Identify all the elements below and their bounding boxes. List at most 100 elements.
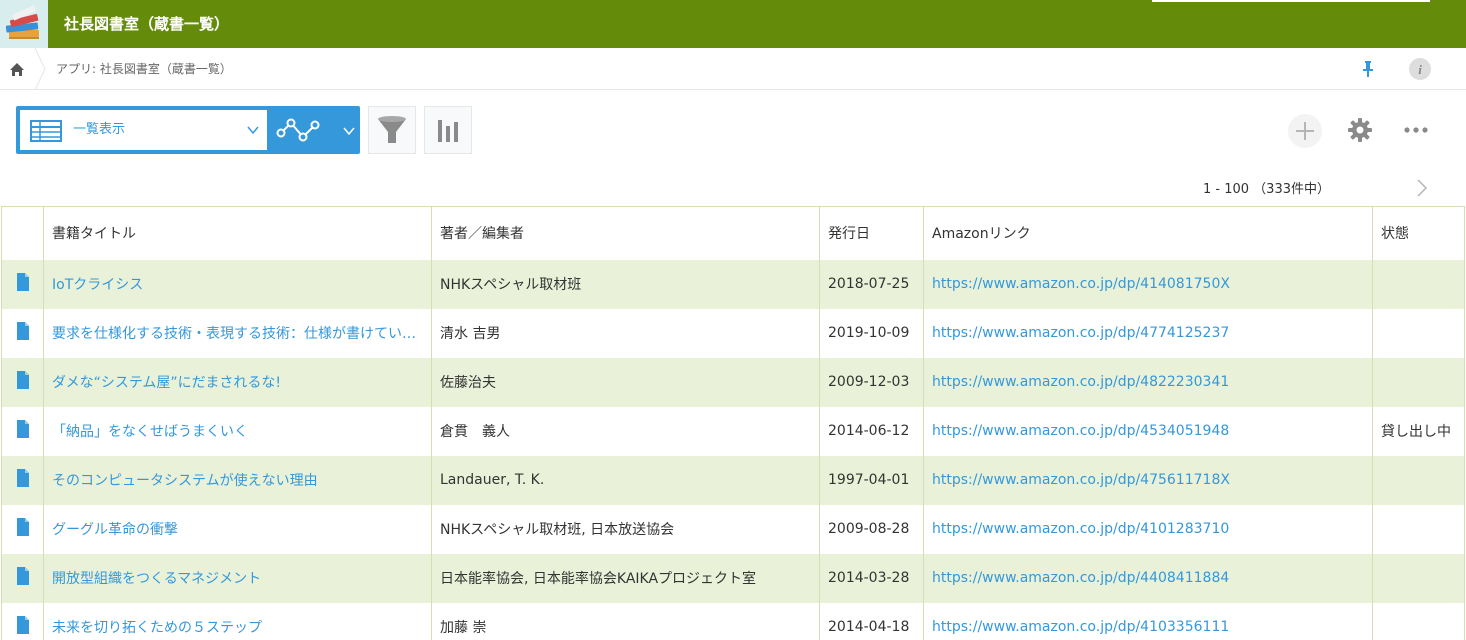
- document-icon: [16, 420, 30, 442]
- chart-button[interactable]: [424, 106, 472, 154]
- table-row[interactable]: IoTクライシス NHKスペシャル取材班 2018-07-25 https://www…: [1, 259, 1465, 309]
- bar-chart-icon: [438, 120, 458, 142]
- graph-select-button[interactable]: [273, 106, 360, 154]
- column-header-date[interactable]: 発行日: [819, 206, 924, 260]
- book-title-link[interactable]: ダメな“システム屋”にだまされるな!: [52, 375, 281, 391]
- table-row[interactable]: 要求を仕様化する技術・表現する技術：仕様が書けてい… 清水 吉男 2019-10-0…: [1, 308, 1465, 358]
- row-detail-button[interactable]: [1, 504, 44, 554]
- breadcrumb-app-link[interactable]: アプリ: 社長図書室（蔵書一覧）: [56, 48, 232, 90]
- document-icon: [16, 322, 30, 344]
- amazon-link[interactable]: https://www.amazon.co.jp/dp/4408411884: [932, 570, 1229, 586]
- book-title-link[interactable]: IoTクライシス: [52, 277, 143, 293]
- table-row[interactable]: 開放型組織をつくるマネジメント 日本能率協会, 日本能率協会KAIKAプロジェクト…: [1, 553, 1465, 603]
- amazon-link[interactable]: https://www.amazon.co.jp/dp/4103356111: [932, 619, 1229, 635]
- date-cell: 2019-10-09: [819, 308, 924, 358]
- graph-icon: [276, 118, 355, 142]
- table-row[interactable]: グーグル革命の衝撃 NHKスペシャル取材班, 日本放送協会 2009-08-28 ht…: [1, 504, 1465, 554]
- status-cell: [1372, 602, 1465, 640]
- amazon-link[interactable]: https://www.amazon.co.jp/dp/4822230341: [932, 374, 1229, 390]
- document-icon: [16, 371, 30, 393]
- svg-text:i: i: [1418, 62, 1422, 77]
- author-cell: 加藤 崇: [431, 602, 820, 640]
- chevron-down-icon: [247, 126, 259, 135]
- breadcrumb-separator: [34, 47, 46, 91]
- info-button[interactable]: i: [1408, 57, 1432, 81]
- table-row[interactable]: ダメな“システム屋”にだまされるな! 佐藤治夫 2009-12-03 https://…: [1, 357, 1465, 407]
- author-cell: Landauer, T. K.: [431, 455, 820, 505]
- settings-button[interactable]: [1346, 116, 1374, 144]
- gear-icon: [1348, 118, 1372, 142]
- date-cell: 2014-06-12: [819, 406, 924, 456]
- date-cell: 2014-04-18: [819, 602, 924, 640]
- table-row[interactable]: そのコンピュータシステムが使えない理由 Landauer, T. K. 1997-0…: [1, 455, 1465, 505]
- table-view-icon: [30, 120, 62, 142]
- pager-text: 1 - 100 （333件中）: [1203, 182, 1330, 197]
- author-cell: NHKスペシャル取材班, 日本放送協会: [431, 504, 820, 554]
- table-header-row: 書籍タイトル 著者／編集者 発行日 Amazonリンク 状態: [1, 206, 1465, 260]
- filter-icon: [378, 116, 406, 143]
- column-header-title[interactable]: 書籍タイトル: [43, 206, 432, 260]
- book-title-link[interactable]: グーグル革命の衝撃: [52, 522, 178, 538]
- plus-icon: [1296, 122, 1314, 140]
- home-icon: [10, 63, 24, 76]
- date-cell: 1997-04-01: [819, 455, 924, 505]
- author-cell: 日本能率協会, 日本能率協会KAIKAプロジェクト室: [431, 553, 820, 603]
- books-icon[interactable]: [0, 0, 48, 48]
- app-title: 社長図書室（蔵書一覧）: [64, 15, 230, 33]
- amazon-link[interactable]: https://www.amazon.co.jp/dp/4101283710: [932, 521, 1229, 537]
- date-cell: 2014-03-28: [819, 553, 924, 603]
- filter-button[interactable]: [368, 106, 416, 154]
- column-header-status[interactable]: 状態: [1372, 206, 1465, 260]
- date-cell: 2009-08-28: [819, 504, 924, 554]
- next-page-button[interactable]: [1412, 178, 1432, 198]
- book-title-link[interactable]: 開放型組織をつくるマネジメント: [52, 571, 261, 587]
- pin-button[interactable]: [1356, 57, 1380, 81]
- document-icon: [16, 616, 30, 638]
- author-cell: 佐藤治夫: [431, 357, 820, 407]
- status-cell: [1372, 504, 1465, 554]
- view-select-label: 一覧表示: [73, 122, 126, 137]
- row-detail-button[interactable]: [1, 455, 44, 505]
- book-title-link[interactable]: 要求を仕様化する技術・表現する技術：仕様が書けてい…: [52, 326, 416, 342]
- row-detail-button[interactable]: [1, 308, 44, 358]
- date-cell: 2009-12-03: [819, 357, 924, 407]
- app-header: 社長図書室（蔵書一覧）: [0, 0, 1466, 48]
- status-cell: [1372, 259, 1465, 309]
- author-cell: 倉貫 義人: [431, 406, 820, 456]
- pin-icon: [1363, 61, 1373, 77]
- column-header-author[interactable]: 著者／編集者: [431, 206, 820, 260]
- book-title-link[interactable]: そのコンピュータシステムが使えない理由: [52, 473, 318, 489]
- status-cell: [1372, 455, 1465, 505]
- row-detail-button[interactable]: [1, 602, 44, 640]
- table-row[interactable]: 未来を切り拓くための５ステップ 加藤 崇 2014-04-18 https://www…: [1, 602, 1465, 640]
- home-button[interactable]: [0, 48, 34, 90]
- amazon-link[interactable]: https://www.amazon.co.jp/dp/4534051948: [932, 423, 1229, 439]
- info-icon: i: [1409, 58, 1431, 80]
- row-detail-button[interactable]: [1, 259, 44, 309]
- status-cell: 貸し出し中: [1372, 406, 1465, 456]
- status-cell: [1372, 357, 1465, 407]
- row-detail-button[interactable]: [1, 553, 44, 603]
- add-record-button[interactable]: [1288, 114, 1322, 148]
- column-header-link[interactable]: Amazonリンク: [923, 206, 1373, 260]
- book-title-link[interactable]: 「納品」をなくせばうまくいく: [52, 424, 248, 440]
- row-detail-button[interactable]: [1, 357, 44, 407]
- records-table: 書籍タイトル 著者／編集者 発行日 Amazonリンク 状態 IoTクライシス N…: [1, 206, 1465, 640]
- document-icon: [16, 273, 30, 295]
- chevron-down-icon: [343, 127, 355, 136]
- view-picker: 一覧表示: [16, 106, 360, 154]
- breadcrumb: アプリ: 社長図書室（蔵書一覧） i: [0, 47, 1466, 91]
- author-cell: 清水 吉男: [431, 308, 820, 358]
- status-cell: [1372, 553, 1465, 603]
- more-button[interactable]: [1400, 116, 1432, 144]
- book-title-link[interactable]: 未来を切り拓くための５ステップ: [52, 620, 262, 636]
- amazon-link[interactable]: https://www.amazon.co.jp/dp/4774125237: [932, 325, 1229, 341]
- more-icon: [1404, 127, 1428, 133]
- table-row[interactable]: 「納品」をなくせばうまくいく 倉貫 義人 2014-06-12 https://www…: [1, 406, 1465, 456]
- view-select[interactable]: 一覧表示: [20, 110, 267, 150]
- chevron-right-icon: [1417, 179, 1428, 197]
- amazon-link[interactable]: https://www.amazon.co.jp/dp/475611718X: [932, 472, 1230, 488]
- column-header-icon: [1, 206, 44, 260]
- row-detail-button[interactable]: [1, 406, 44, 456]
- amazon-link[interactable]: https://www.amazon.co.jp/dp/414081750X: [932, 276, 1230, 292]
